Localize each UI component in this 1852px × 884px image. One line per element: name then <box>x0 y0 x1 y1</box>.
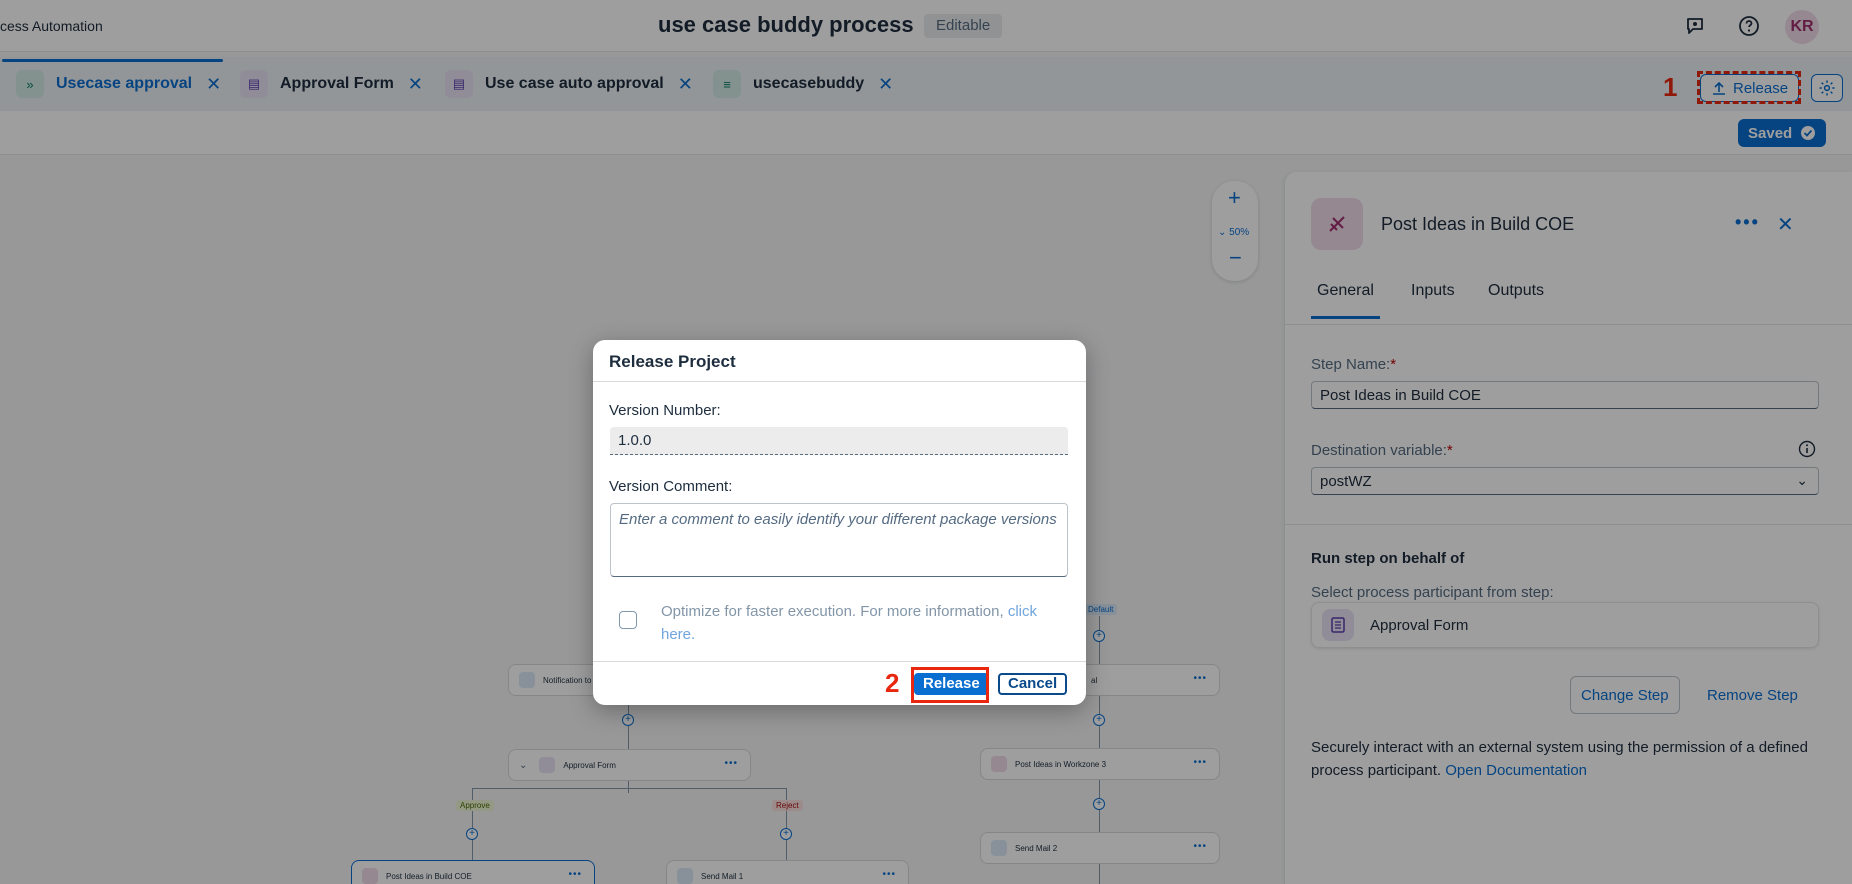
optimize-checkbox[interactable] <box>619 611 637 629</box>
version-comment-textarea[interactable]: Enter a comment to easily identify your … <box>610 503 1068 577</box>
release-project-dialog: Release Project Version Number: 1.0.0 Ve… <box>593 340 1086 705</box>
optimize-label: Optimize for faster execution. For more … <box>661 603 1004 620</box>
dialog-title: Release Project <box>609 352 736 371</box>
annotation-number-2: 2 <box>885 668 900 698</box>
version-comment-label: Version Comment: <box>609 478 733 495</box>
dialog-header: Release Project <box>593 340 1086 382</box>
version-number-input[interactable]: 1.0.0 <box>610 427 1068 455</box>
release-annotation-box <box>911 667 989 703</box>
cancel-button[interactable]: Cancel <box>998 673 1068 695</box>
version-number-label: Version Number: <box>609 402 721 419</box>
optimize-text: Optimize for faster execution. For more … <box>661 600 1071 646</box>
